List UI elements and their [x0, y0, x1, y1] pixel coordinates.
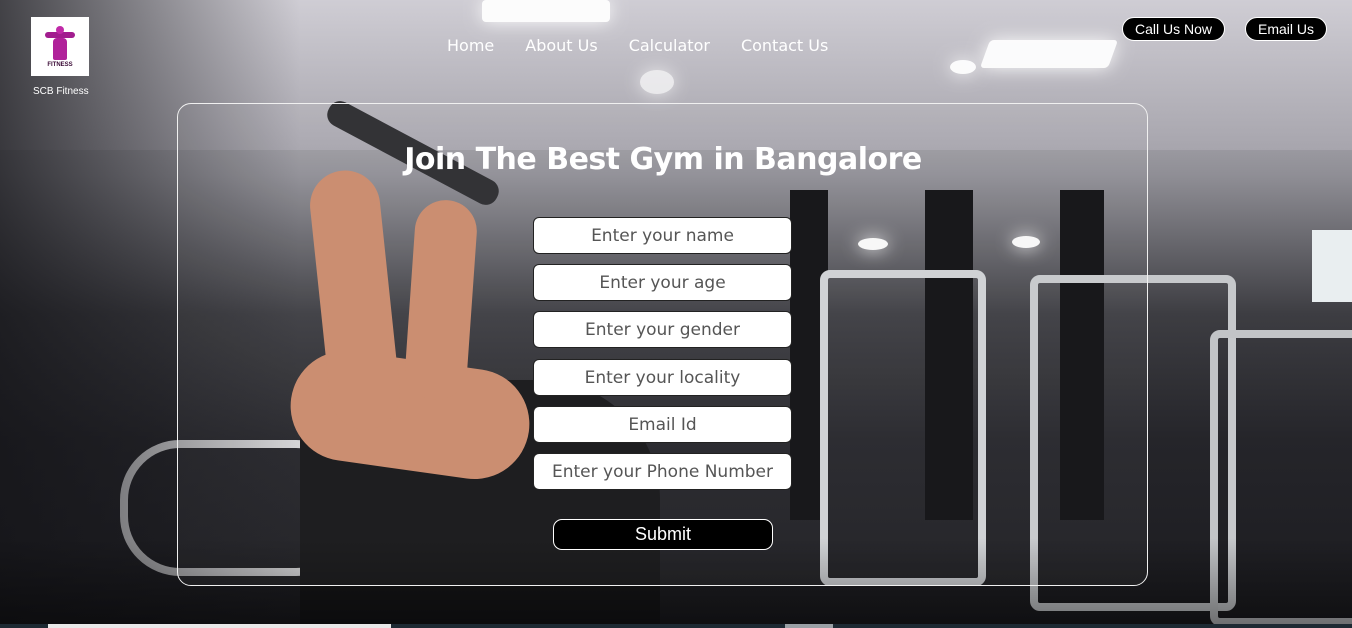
page-bottom-edge	[0, 624, 1352, 628]
locality-input[interactable]	[533, 359, 792, 396]
phone-input[interactable]	[533, 453, 792, 490]
call-us-now-button[interactable]: Call Us Now	[1122, 17, 1225, 41]
form-heading: Join The Best Gym in Bangalore	[404, 142, 922, 177]
fitness-logo-icon	[45, 25, 75, 60]
logo-text: FITNESS	[47, 61, 73, 68]
submit-button[interactable]: Submit	[553, 519, 773, 550]
email-input[interactable]	[533, 406, 792, 443]
brand-name: SCB Fitness	[33, 86, 89, 97]
age-input[interactable]	[533, 264, 792, 301]
nav-about-us[interactable]: About Us	[525, 36, 597, 56]
name-input[interactable]	[533, 217, 792, 254]
main-nav: Home About Us Calculator Contact Us	[447, 36, 859, 56]
nav-calculator[interactable]: Calculator	[629, 36, 710, 56]
email-us-button[interactable]: Email Us	[1245, 17, 1327, 41]
nav-home[interactable]: Home	[447, 36, 494, 56]
nav-contact-us[interactable]: Contact Us	[741, 36, 828, 56]
logo[interactable]: FITNESS	[31, 17, 89, 76]
gender-input[interactable]	[533, 311, 792, 348]
